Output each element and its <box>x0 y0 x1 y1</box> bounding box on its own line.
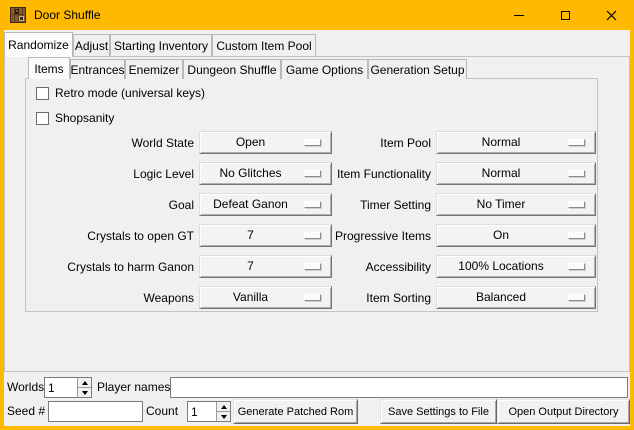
count-spinbox[interactable] <box>187 401 231 422</box>
count-up-button[interactable] <box>217 402 230 411</box>
arrow-down-icon <box>221 415 227 419</box>
count-input[interactable] <box>188 402 216 421</box>
weapons-label: Weapons <box>26 286 194 310</box>
item-sorting-dropdown[interactable]: Balanced <box>436 286 596 309</box>
item-sorting-label: Item Sorting <box>266 286 431 310</box>
crystals-gt-label: Crystals to open GT <box>26 224 194 248</box>
tab-starting-inventory[interactable]: Starting Inventory <box>110 34 212 56</box>
tab-items[interactable]: Items <box>28 57 70 79</box>
item-functionality-label: Item Functionality <box>266 162 431 186</box>
accessibility-value: 100% Locations <box>437 256 565 277</box>
tab-game-options[interactable]: Game Options <box>281 59 368 79</box>
progressive-items-label: Progressive Items <box>266 224 431 248</box>
dropdown-indicator-icon <box>568 263 585 270</box>
arrow-up-icon <box>221 405 227 409</box>
save-settings-button[interactable]: Save Settings to File <box>380 399 497 424</box>
checkbox-retro-mode[interactable]: Retro mode (universal keys) <box>36 86 205 100</box>
worlds-up-button[interactable] <box>78 378 91 387</box>
accessibility-label: Accessibility <box>266 255 431 279</box>
item-sorting-value: Balanced <box>437 287 565 308</box>
dropdown-indicator-icon <box>568 294 585 301</box>
arrow-up-icon <box>82 381 88 385</box>
arrow-down-icon <box>82 391 88 395</box>
accessibility-dropdown[interactable]: 100% Locations <box>436 255 596 278</box>
item-pool-label: Item Pool <box>266 131 431 155</box>
minimize-button[interactable] <box>496 0 542 30</box>
seed-input[interactable] <box>48 401 143 422</box>
progressive-items-value: On <box>437 225 565 246</box>
dropdown-indicator-icon <box>568 201 585 208</box>
player-names-input[interactable] <box>170 377 628 398</box>
checkbox-shopsanity[interactable]: Shopsanity <box>36 111 114 125</box>
timer-setting-label: Timer Setting <box>266 193 431 217</box>
dropdown-indicator-icon <box>568 139 585 146</box>
worlds-down-button[interactable] <box>78 387 91 397</box>
item-functionality-value: Normal <box>437 163 565 184</box>
count-label: Count <box>146 401 178 422</box>
tab-custom-item-pool[interactable]: Custom Item Pool <box>212 34 316 56</box>
worlds-spinbox[interactable] <box>44 377 92 398</box>
world-state-label: World State <box>26 131 194 155</box>
generate-patched-rom-button[interactable]: Generate Patched Rom <box>233 399 358 424</box>
progressive-items-dropdown[interactable]: On <box>436 224 596 247</box>
timer-setting-value: No Timer <box>437 194 565 215</box>
goal-label: Goal <box>26 193 194 217</box>
tab-entrances[interactable]: Entrances <box>70 59 125 79</box>
item-pool-dropdown[interactable]: Normal <box>436 131 596 154</box>
checkbox-label: Shopsanity <box>55 111 114 125</box>
open-output-directory-button[interactable]: Open Output Directory <box>497 399 630 424</box>
window-title: Door Shuffle <box>34 0 101 30</box>
app-window: Door Shuffle Randomize Adjust Starting I… <box>0 0 634 430</box>
worlds-input[interactable] <box>45 378 77 397</box>
minimize-icon <box>514 15 524 16</box>
tab-adjust[interactable]: Adjust <box>73 34 110 56</box>
client-area: Randomize Adjust Starting Inventory Cust… <box>4 30 630 426</box>
close-button[interactable] <box>588 0 634 30</box>
crystals-ganon-label: Crystals to harm Ganon <box>26 255 194 279</box>
tab-generation-setup[interactable]: Generation Setup <box>368 59 467 79</box>
checkbox-box[interactable] <box>36 87 49 100</box>
logic-level-label: Logic Level <box>26 162 194 186</box>
worlds-label: Worlds <box>7 377 44 398</box>
checkbox-label: Retro mode (universal keys) <box>55 86 205 100</box>
dropdown-indicator-icon <box>568 232 585 239</box>
items-pane: Retro mode (universal keys) Shopsanity W… <box>25 78 598 312</box>
close-icon <box>606 10 617 21</box>
player-names-label: Player names <box>97 377 170 398</box>
dropdown-indicator-icon <box>568 170 585 177</box>
tab-randomize[interactable]: Randomize <box>4 32 73 57</box>
item-pool-value: Normal <box>437 132 565 153</box>
item-functionality-dropdown[interactable]: Normal <box>436 162 596 185</box>
tab-dungeon-shuffle[interactable]: Dungeon Shuffle <box>183 59 281 79</box>
titlebar: Door Shuffle <box>0 0 634 30</box>
maximize-button[interactable] <box>542 0 588 30</box>
tab-enemizer[interactable]: Enemizer <box>125 59 183 79</box>
seed-label: Seed # <box>7 401 45 422</box>
timer-setting-dropdown[interactable]: No Timer <box>436 193 596 216</box>
door-icon <box>10 7 26 23</box>
checkbox-box[interactable] <box>36 112 49 125</box>
maximize-icon <box>561 11 570 20</box>
count-down-button[interactable] <box>217 411 230 421</box>
